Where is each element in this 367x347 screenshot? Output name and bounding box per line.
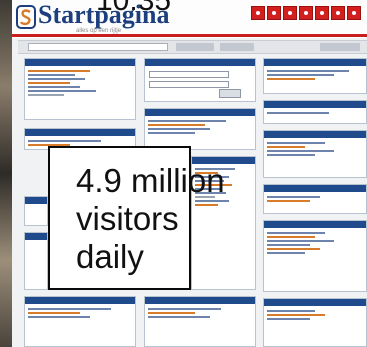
- link-block: [263, 58, 367, 94]
- block-header: [145, 297, 255, 304]
- link-block: [24, 196, 48, 226]
- link-block: [24, 232, 48, 290]
- block-header: [264, 101, 366, 108]
- block-header: [25, 233, 47, 240]
- link-block: [263, 100, 367, 124]
- nav-dots: [251, 6, 361, 20]
- nav-dot[interactable]: [267, 6, 281, 20]
- startpagina-page: 10:35 Startpagina alles op een rijtje 4.…: [0, 0, 367, 347]
- nav-dot[interactable]: [347, 6, 361, 20]
- form-input[interactable]: [149, 71, 229, 78]
- search-tab[interactable]: [320, 43, 360, 51]
- search-input[interactable]: [28, 43, 168, 51]
- block-header: [25, 59, 135, 66]
- form-select[interactable]: [149, 81, 229, 88]
- form-block: [144, 58, 256, 102]
- link-block: [144, 296, 256, 347]
- block-header: [25, 197, 47, 204]
- link-block: [263, 220, 367, 292]
- site-logo[interactable]: Startpagina alles op een rijtje: [16, 0, 169, 34]
- block-header: [264, 299, 366, 306]
- nav-dot[interactable]: [315, 6, 329, 20]
- form-submit-button[interactable]: [219, 89, 241, 98]
- link-block: [24, 58, 136, 120]
- callout-line-3: daily: [76, 238, 144, 275]
- block-header: [25, 297, 135, 304]
- callout-line-1: 4.9 million: [76, 162, 225, 199]
- link-block: [263, 298, 367, 347]
- search-tab[interactable]: [176, 43, 214, 51]
- block-header: [264, 59, 366, 66]
- nav-dot[interactable]: [251, 6, 265, 20]
- block-header: [145, 109, 255, 116]
- callout-line-2: visitors: [76, 200, 179, 237]
- visitors-callout: 4.9 million visitors daily: [48, 146, 225, 290]
- search-tab[interactable]: [220, 43, 254, 51]
- link-block: [24, 296, 136, 347]
- search-bar: [18, 40, 367, 54]
- block-header: [264, 221, 366, 228]
- link-block: [263, 184, 367, 214]
- block-header: [145, 59, 255, 66]
- block-header: [264, 131, 366, 138]
- link-block: [263, 130, 367, 178]
- nav-dot[interactable]: [299, 6, 313, 20]
- logo-s-icon: [16, 5, 36, 29]
- header-divider: [12, 34, 367, 37]
- link-block: [144, 108, 256, 150]
- photo-edge: [0, 0, 12, 347]
- block-header: [25, 129, 135, 136]
- nav-dot[interactable]: [331, 6, 345, 20]
- logo-wordmark: Startpagina: [38, 0, 170, 29]
- block-header: [264, 185, 366, 192]
- nav-dot[interactable]: [283, 6, 297, 20]
- visitors-callout-text: 4.9 million visitors daily: [76, 162, 225, 276]
